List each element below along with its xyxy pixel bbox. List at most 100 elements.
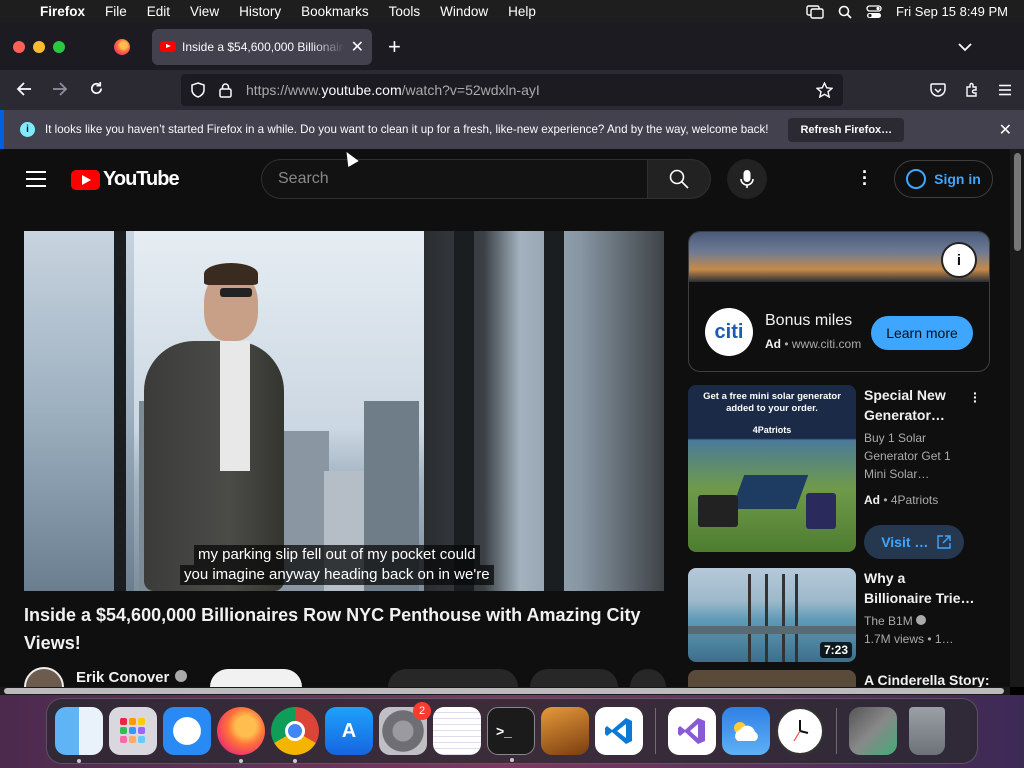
url-host: youtube.com	[321, 82, 402, 98]
new-tab-button[interactable]: +	[388, 34, 401, 60]
menubar-clock[interactable]: Fri Sep 15 8:49 PM	[896, 4, 1008, 19]
list-all-tabs-chevron-icon[interactable]	[958, 39, 972, 55]
search-button[interactable]	[647, 159, 711, 199]
firefox-icon[interactable]	[217, 707, 265, 763]
share-button[interactable]	[530, 669, 618, 687]
downloads-stack-icon[interactable]	[849, 707, 897, 755]
youtube-play-logo-icon	[71, 169, 100, 190]
video-thumbnail[interactable]	[688, 670, 856, 687]
safari-icon[interactable]	[163, 707, 211, 755]
sign-in-button[interactable]: Sign in	[894, 160, 993, 198]
subscribe-button[interactable]	[210, 669, 302, 687]
url-prefix: https://www.	[246, 82, 322, 98]
chrome-icon[interactable]	[271, 707, 319, 763]
app-store-icon[interactable]: A	[325, 707, 373, 755]
horizontal-scrollbar-thumb[interactable]	[4, 688, 1004, 694]
minimize-window-button[interactable]	[33, 40, 45, 53]
search-input[interactable]: Search	[261, 159, 648, 199]
running-indicator	[77, 759, 81, 763]
garageband-icon[interactable]	[541, 707, 589, 755]
rec-channel-label: The B1M	[864, 614, 913, 628]
url-bar[interactable]: https://www.youtube.com/watch?v=52wdxln-…	[181, 74, 843, 106]
clock-icon[interactable]	[776, 707, 824, 755]
system-settings-icon[interactable]: 2	[379, 702, 431, 755]
ad-domain: www.citi.com	[791, 337, 862, 351]
youtube-logo[interactable]: YouTube	[71, 168, 180, 191]
rec-title[interactable]: A Cinderella Story:	[864, 670, 990, 687]
rec-channel[interactable]: The B1M	[864, 612, 976, 630]
menu-file[interactable]: File	[95, 4, 137, 19]
list-item[interactable]: A Cinderella Story:	[688, 670, 990, 687]
rec-title[interactable]: Why a Billionaire Trie…	[864, 568, 976, 608]
vertical-scrollbar-thumb[interactable]	[1014, 153, 1021, 251]
screen-mirroring-icon[interactable]	[806, 4, 824, 19]
verified-badge-icon	[916, 615, 927, 625]
navigation-toolbar: https://www.youtube.com/watch?v=52wdxln-…	[0, 70, 1024, 110]
extensions-puzzle-icon[interactable]	[964, 82, 980, 98]
guide-menu-icon[interactable]	[26, 171, 46, 192]
menu-window[interactable]: Window	[430, 4, 498, 19]
video-thumbnail[interactable]: Get a free mini solar generator added to…	[688, 385, 856, 552]
weather-cloud-icon	[734, 722, 758, 741]
caption-line-1: my parking slip fell out of my pocket co…	[193, 545, 480, 565]
pocket-icon[interactable]	[930, 82, 946, 98]
learn-more-button[interactable]: Learn more	[871, 316, 973, 350]
back-button[interactable]	[6, 80, 42, 101]
app-menu-hamburger-icon[interactable]	[998, 84, 1012, 96]
external-link-icon	[937, 535, 951, 549]
horizontal-scrollbar[interactable]	[0, 687, 1010, 695]
pinned-tab-firefox[interactable]	[100, 23, 144, 70]
menu-edit[interactable]: Edit	[137, 4, 180, 19]
vertical-scrollbar[interactable]	[1010, 149, 1024, 687]
close-notification-icon[interactable]: ✕	[999, 120, 1012, 140]
close-window-button[interactable]	[13, 40, 25, 53]
terminal-icon[interactable]: >_	[487, 707, 535, 762]
refresh-firefox-button[interactable]: Refresh Firefox…	[788, 117, 905, 142]
menu-help[interactable]: Help	[498, 4, 546, 19]
finder-icon[interactable]	[55, 707, 103, 763]
more-actions-button[interactable]	[630, 669, 666, 687]
like-dislike-button[interactable]	[388, 669, 518, 687]
spotlight-search-icon[interactable]	[838, 5, 852, 19]
video-thumbnail[interactable]: 7:23	[688, 568, 856, 662]
list-item[interactable]: 7:23 Why a Billionaire Trie… The B1M 1.7…	[688, 568, 990, 662]
video-player[interactable]: my parking slip fell out of my pocket co…	[24, 231, 664, 591]
vscode-icon[interactable]	[595, 707, 643, 755]
channel-avatar[interactable]	[24, 667, 64, 687]
textedit-icon[interactable]	[433, 707, 481, 755]
video-frame-sunglasses	[220, 288, 252, 297]
tracking-protection-shield-icon[interactable]	[191, 82, 205, 98]
chrome-center	[285, 721, 305, 741]
launchpad-icon[interactable]	[109, 707, 157, 755]
menu-bookmarks[interactable]: Bookmarks	[291, 4, 379, 19]
menu-history[interactable]: History	[229, 4, 291, 19]
microphone-icon	[740, 170, 754, 188]
channel-name[interactable]: Erik Conover	[76, 669, 188, 686]
visual-studio-icon[interactable]	[668, 707, 716, 755]
launchpad-grid-icon	[120, 718, 145, 743]
more-options-icon[interactable]: · · ·	[973, 386, 978, 408]
reload-button[interactable]	[78, 80, 114, 101]
lock-icon[interactable]	[219, 82, 232, 98]
control-center-icon[interactable]	[866, 4, 882, 19]
settings-more-icon[interactable]: · · ·	[857, 163, 873, 193]
firefox-icon	[114, 38, 130, 55]
rec-channel: 4Patriots	[890, 493, 939, 507]
menu-view[interactable]: View	[180, 4, 229, 19]
weather-icon[interactable]	[722, 707, 770, 755]
forward-button[interactable]	[42, 80, 78, 101]
visit-site-button[interactable]: Visit …	[864, 525, 964, 559]
voice-search-button[interactable]	[727, 159, 767, 199]
trash-icon[interactable]	[909, 707, 945, 755]
menu-tools[interactable]: Tools	[379, 4, 431, 19]
ad-info-icon[interactable]: i	[941, 242, 977, 278]
list-item[interactable]: Get a free mini solar generator added to…	[688, 385, 990, 559]
video-frame-shirt	[220, 341, 250, 471]
tab-active[interactable]: Inside a $54,600,000 Billionaires Row NY…	[152, 28, 372, 65]
menu-app-firefox[interactable]: Firefox	[34, 4, 95, 19]
close-tab-icon[interactable]: ✕	[351, 37, 364, 57]
bookmark-star-icon[interactable]	[816, 82, 833, 98]
zoom-window-button[interactable]	[53, 40, 65, 53]
sidebar-ad-card[interactable]: i citi Bonus miles Ad • www.citi.com Lea…	[688, 231, 990, 372]
rec-title[interactable]: Special New Generator…	[864, 385, 976, 425]
